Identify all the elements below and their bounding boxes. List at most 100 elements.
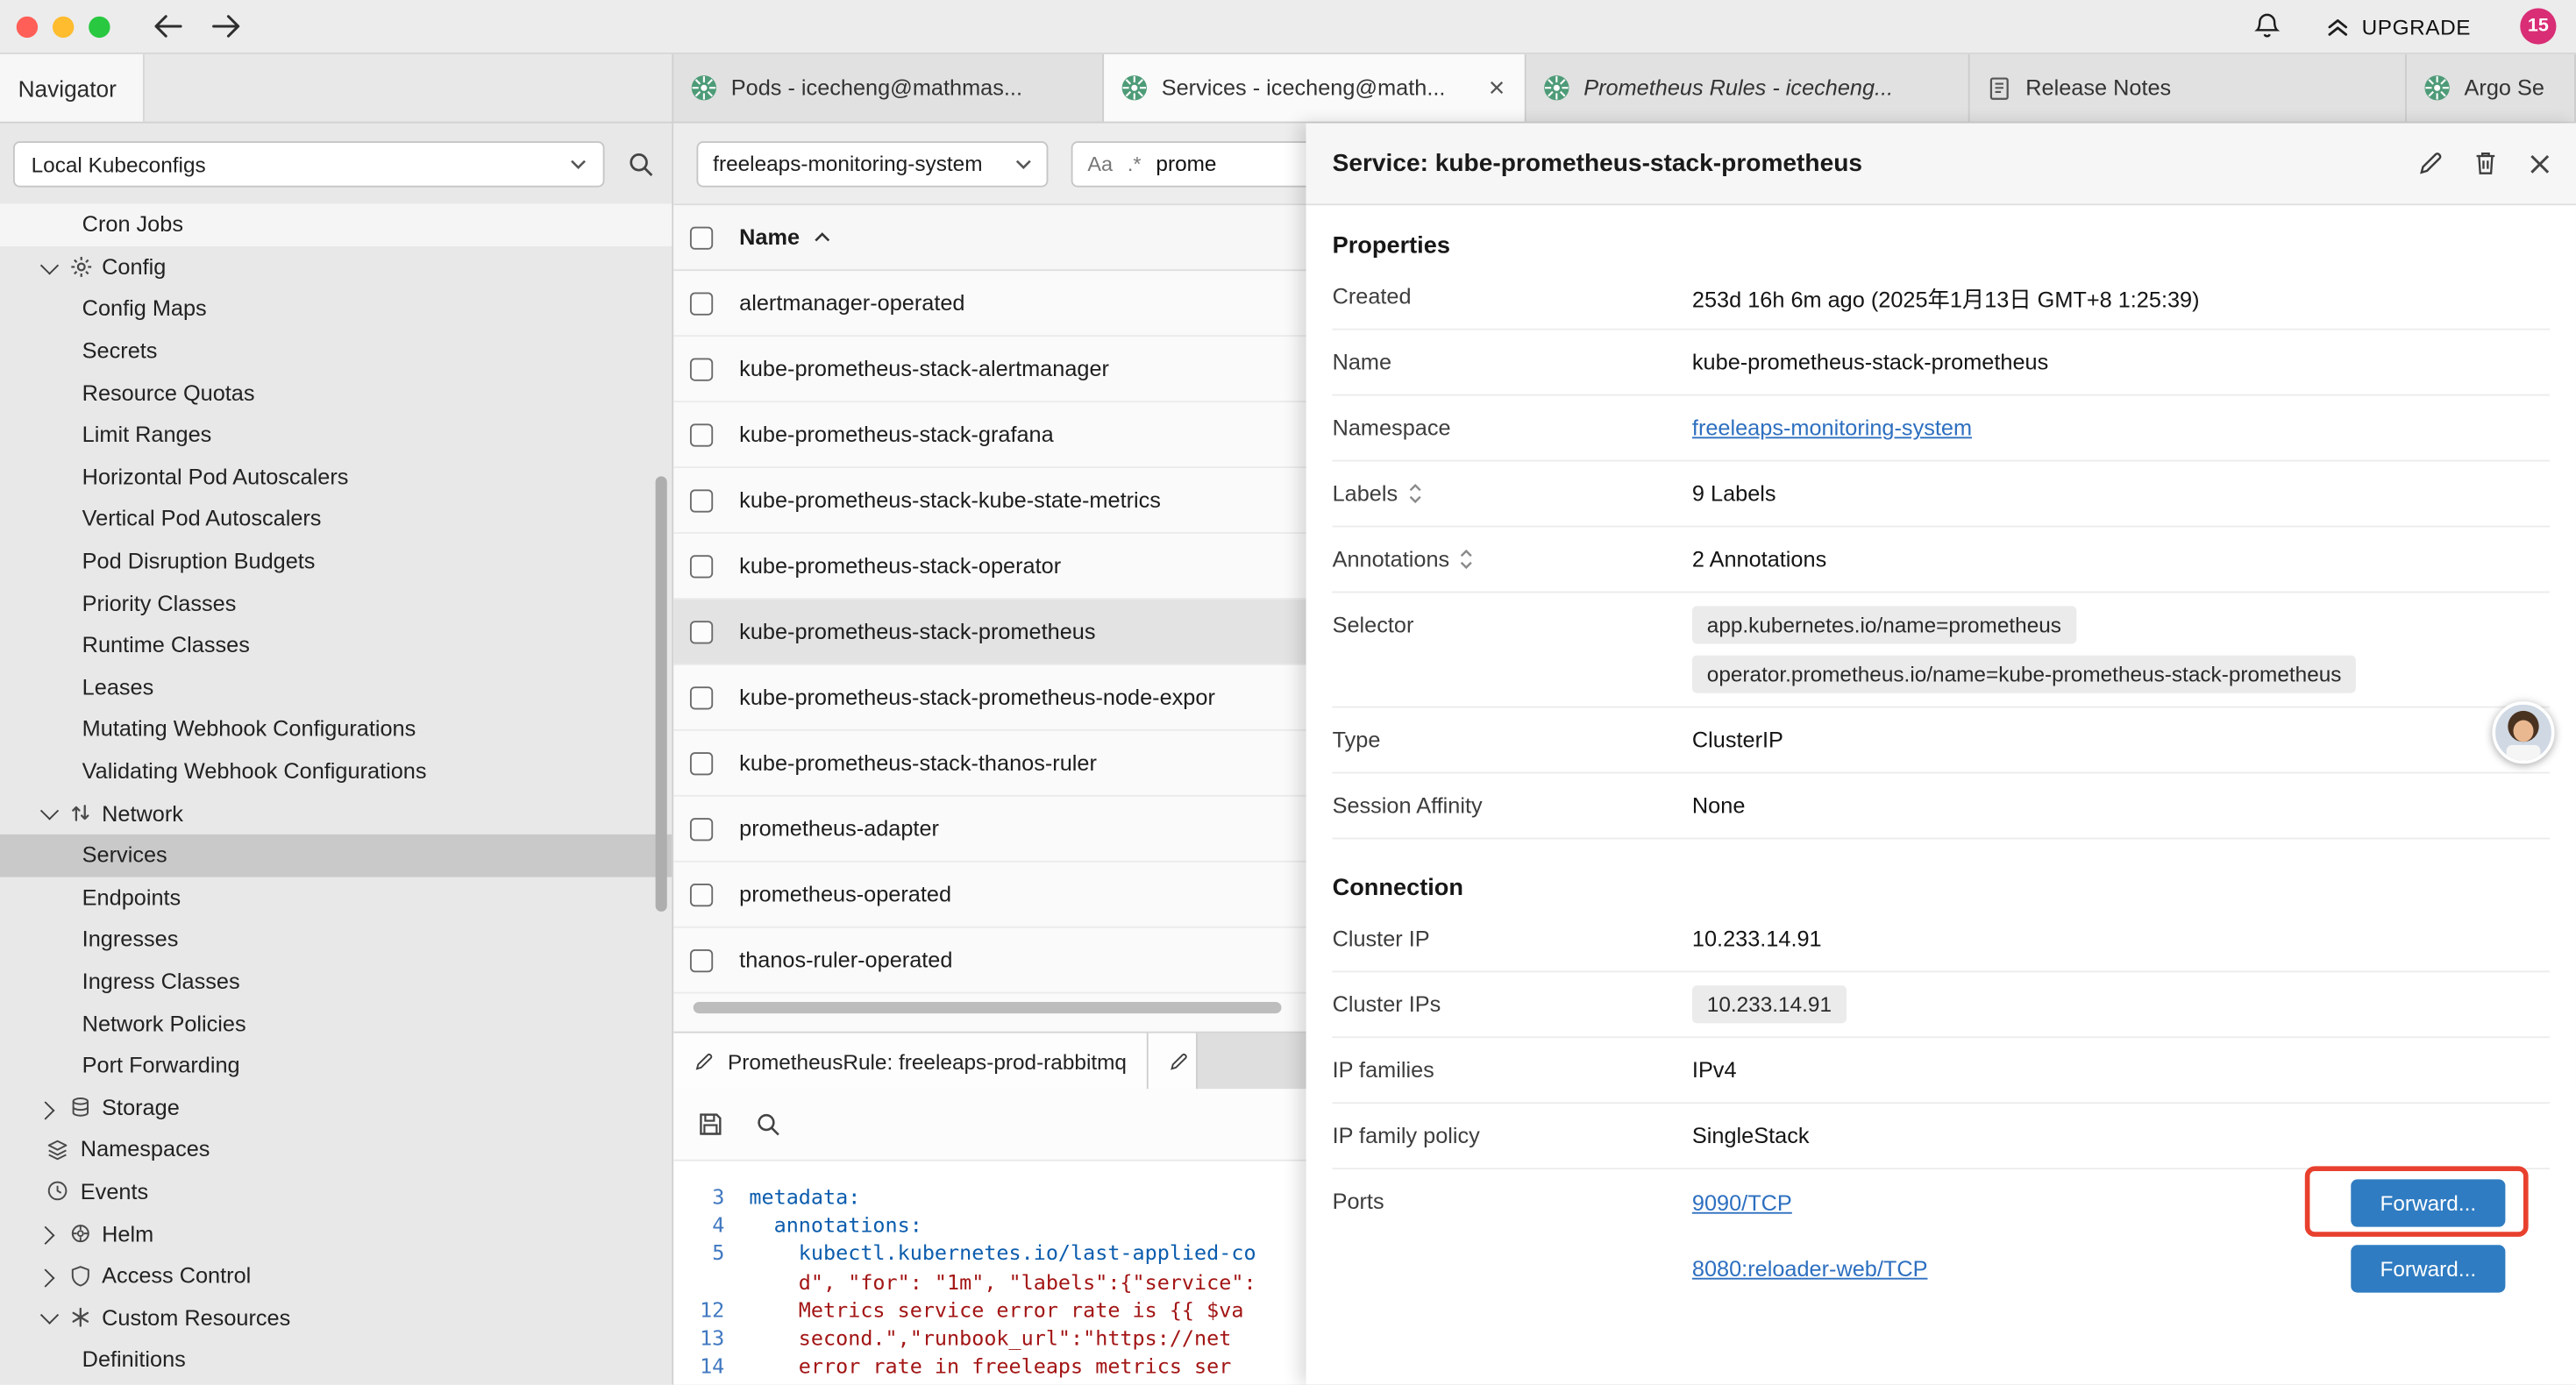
line-number: 3 bbox=[673, 1183, 749, 1211]
close-drawer-icon[interactable] bbox=[2527, 150, 2553, 176]
sidebar-item-ingress-classes[interactable]: Ingress Classes bbox=[0, 961, 672, 1003]
back-icon[interactable] bbox=[153, 15, 184, 38]
navigator-panel-tab[interactable]: Navigator bbox=[0, 54, 145, 122]
code-line: d", "for": "1m", "labels":{"service": bbox=[749, 1268, 1256, 1296]
sidebar-item-services[interactable]: Services bbox=[0, 835, 672, 877]
name-column-header[interactable]: Name bbox=[739, 225, 831, 250]
expand-collapse-icon[interactable] bbox=[1459, 549, 1474, 570]
chevron-right-icon bbox=[36, 1222, 59, 1245]
sidebar-item-mutating-webhook-configurations[interactable]: Mutating Webhook Configurations bbox=[0, 708, 672, 750]
port-link[interactable]: 8080:reloader-web/TCP bbox=[1692, 1255, 1928, 1280]
regex-toggle[interactable]: .* bbox=[1128, 152, 1142, 174]
sidebar-item-limit-ranges[interactable]: Limit Ranges bbox=[0, 414, 672, 456]
minimize-window-button[interactable] bbox=[53, 16, 74, 37]
sidebar-item-vertical-pod-autoscalers[interactable]: Vertical Pod Autoscalers bbox=[0, 498, 672, 540]
access-control-icon bbox=[68, 1262, 94, 1289]
labels-count[interactable]: 9 Labels bbox=[1692, 481, 1776, 506]
drawer-header: Service: kube-prometheus-stack-prometheu… bbox=[1306, 124, 2576, 206]
tab-prometheus-rules[interactable]: Prometheus Rules - icecheng... bbox=[1526, 54, 1970, 122]
sidebar-item-runtime-classes[interactable]: Runtime Classes bbox=[0, 624, 672, 666]
sidebar-item-network-policies[interactable]: Network Policies bbox=[0, 1002, 672, 1044]
navigator-sidebar: Local Kubeconfigs Cron Jobs Config Confi… bbox=[0, 124, 673, 1385]
edit-resource-icon[interactable] bbox=[2416, 150, 2444, 178]
row-checkbox[interactable] bbox=[690, 620, 713, 643]
port-link[interactable]: 9090/TCP bbox=[1692, 1190, 1792, 1214]
row-checkbox[interactable] bbox=[690, 685, 713, 708]
port-forward-button[interactable]: Forward... bbox=[2351, 1178, 2505, 1225]
row-checkbox[interactable] bbox=[690, 751, 713, 774]
maximize-window-button[interactable] bbox=[89, 16, 110, 37]
port-forward-button[interactable]: Forward... bbox=[2351, 1244, 2505, 1291]
sidebar-item-port-forwarding[interactable]: Port Forwarding bbox=[0, 1044, 672, 1086]
sidebar-item-definitions[interactable]: Definitions bbox=[0, 1339, 672, 1381]
sidebar-item-cron-jobs[interactable]: Cron Jobs bbox=[0, 203, 672, 245]
sidebar-item-config-maps[interactable]: Config Maps bbox=[0, 288, 672, 330]
line-number: 5 bbox=[673, 1239, 749, 1268]
row-checkbox[interactable] bbox=[690, 423, 713, 445]
row-checkbox[interactable] bbox=[690, 817, 713, 840]
sidebar-scrollbar[interactable] bbox=[656, 476, 667, 912]
port-row: 8080:reloader-web/TCP Forward... bbox=[1692, 1235, 2550, 1301]
forward-icon[interactable] bbox=[210, 15, 242, 38]
expand-collapse-icon[interactable] bbox=[1407, 483, 1422, 504]
kubernetes-cluster-icon bbox=[690, 74, 718, 102]
close-tab-icon[interactable]: × bbox=[1485, 74, 1508, 102]
selector-badge: operator.prometheus.io/name=kube-prometh… bbox=[1692, 656, 2356, 693]
sidebar-item-network[interactable]: Network bbox=[0, 792, 672, 835]
sidebar-item-config[interactable]: Config bbox=[0, 245, 672, 288]
sidebar-item-leases[interactable]: Leases bbox=[0, 666, 672, 708]
property-row-created: Created 253d 16h 6m ago (2025年1月13日 GMT+… bbox=[1333, 265, 2550, 330]
sidebar-item-ingresses[interactable]: Ingresses bbox=[0, 919, 672, 961]
delete-resource-icon[interactable] bbox=[2473, 150, 2499, 178]
sidebar-item-pod-disruption-budgets[interactable]: Pod Disruption Budgets bbox=[0, 540, 672, 582]
notification-count-badge[interactable]: 15 bbox=[2520, 8, 2556, 44]
tab-argo[interactable]: Argo Se bbox=[2407, 54, 2576, 122]
namespace-select[interactable]: freeleaps-monitoring-system bbox=[696, 140, 1048, 186]
kubeconfig-select[interactable]: Local Kubeconfigs bbox=[13, 141, 605, 187]
chevron-right-icon bbox=[36, 1096, 59, 1119]
editor-search-icon[interactable] bbox=[754, 1111, 782, 1139]
row-checkbox[interactable] bbox=[690, 883, 713, 906]
line-number bbox=[673, 1268, 749, 1296]
match-case-toggle[interactable]: Aa bbox=[1087, 152, 1113, 174]
tab-release-notes[interactable]: Release Notes bbox=[1970, 54, 2407, 122]
code-line: kubectl.kubernetes.io/last-applied-co bbox=[749, 1239, 1256, 1268]
dock-tab-prometheusrule[interactable]: PrometheusRule: freeleaps-prod-rabbitmq bbox=[673, 1033, 1148, 1090]
sidebar-item-horizontal-pod-autoscalers[interactable]: Horizontal Pod Autoscalers bbox=[0, 456, 672, 498]
custom-resources-icon bbox=[68, 1304, 94, 1331]
sidebar-item-storage[interactable]: Storage bbox=[0, 1086, 672, 1128]
namespace-link[interactable]: freeleaps-monitoring-system bbox=[1692, 416, 1972, 440]
sidebar-search-icon[interactable] bbox=[626, 150, 656, 180]
row-checkbox[interactable] bbox=[690, 948, 713, 971]
notifications-bell-icon[interactable] bbox=[2252, 11, 2281, 41]
row-checkbox[interactable] bbox=[690, 554, 713, 577]
sidebar-item-resource-quotas[interactable]: Resource Quotas bbox=[0, 372, 672, 414]
annotations-count[interactable]: 2 Annotations bbox=[1692, 547, 1826, 572]
connection-section-heading: Connection bbox=[1333, 876, 2550, 902]
dock-tab-next[interactable] bbox=[1148, 1033, 1197, 1090]
sidebar-item-endpoints[interactable]: Endpoints bbox=[0, 877, 672, 919]
upgrade-button[interactable]: UPGRADE bbox=[2324, 13, 2471, 39]
kubernetes-cluster-icon bbox=[2423, 74, 2451, 102]
sidebar-item-secrets[interactable]: Secrets bbox=[0, 330, 672, 372]
save-icon[interactable] bbox=[696, 1111, 724, 1139]
sidebar-item-access-control[interactable]: Access Control bbox=[0, 1254, 672, 1296]
sidebar-item-events[interactable]: Events bbox=[0, 1170, 672, 1212]
tab-pods[interactable]: Pods - icecheng@mathmas... bbox=[673, 54, 1104, 122]
sidebar-item-namespaces[interactable]: Namespaces bbox=[0, 1128, 672, 1170]
sidebar-item-custom-resources[interactable]: Custom Resources bbox=[0, 1296, 672, 1339]
chevron-right-icon bbox=[36, 1264, 59, 1287]
close-window-button[interactable] bbox=[17, 16, 38, 37]
select-all-checkbox[interactable] bbox=[690, 226, 713, 249]
horizontal-scrollbar[interactable] bbox=[694, 1002, 1282, 1013]
config-icon bbox=[68, 253, 94, 280]
sidebar-item-priority-classes[interactable]: Priority Classes bbox=[0, 582, 672, 624]
row-checkbox[interactable] bbox=[690, 292, 713, 315]
sidebar-item-helm[interactable]: Helm bbox=[0, 1212, 672, 1254]
sidebar-item-validating-webhook-configurations[interactable]: Validating Webhook Configurations bbox=[0, 750, 672, 792]
row-checkbox[interactable] bbox=[690, 358, 713, 380]
row-checkbox[interactable] bbox=[690, 488, 713, 511]
tab-services[interactable]: Services - icecheng@math... × bbox=[1104, 54, 1526, 122]
line-number: 14 bbox=[673, 1352, 749, 1380]
user-avatar[interactable] bbox=[2492, 701, 2554, 764]
